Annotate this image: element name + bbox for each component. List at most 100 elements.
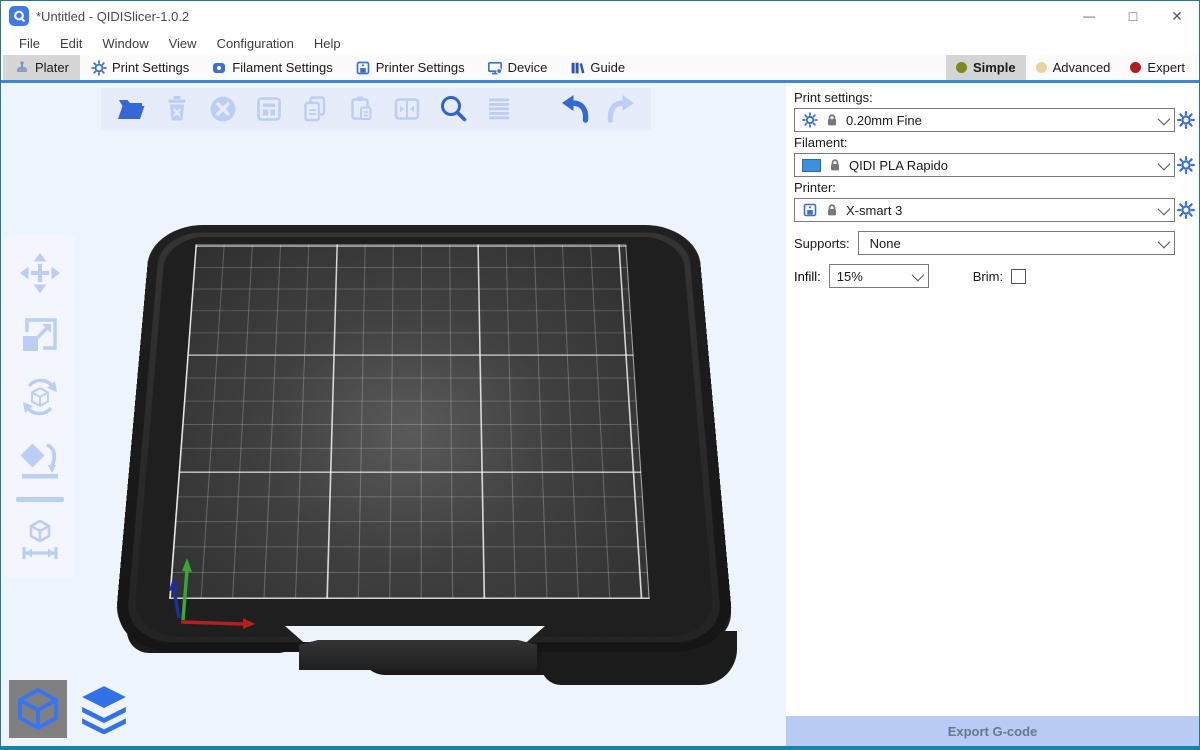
mode-selector: Simple Advanced Expert [946,55,1199,80]
measure-icon[interactable] [16,516,64,564]
gizmo-toolbar [5,235,75,578]
app-window: *Untitled - QIDISlicer-1.0.2 — □ ✕ File … [0,0,1200,750]
menu-edit[interactable]: Edit [50,34,92,53]
filament-icon [211,60,227,76]
settings-sidebar: Print settings: [786,83,1199,746]
infill-label: Infill: [794,269,821,284]
menu-configuration[interactable]: Configuration [207,34,304,53]
device-icon [487,60,503,76]
editor-3d-view-button[interactable] [9,680,67,738]
lock-icon [825,113,839,127]
chevron-down-icon [911,268,924,281]
tab-filament-settings[interactable]: Filament Settings [200,55,343,80]
viewport-toolbar [101,88,651,130]
scale-icon[interactable] [16,311,64,359]
filament-value: QIDI PLA Rapido [849,158,1151,173]
tab-bar: Plater Print Settings Filament Settings [1,55,1199,83]
open-icon[interactable] [113,91,149,127]
print-settings-edit-button[interactable] [1175,111,1197,129]
preview-layers-view-button[interactable] [75,680,133,738]
rotate-icon[interactable] [16,373,64,421]
menu-view[interactable]: View [159,34,207,53]
arrange-icon[interactable] [251,91,287,127]
origin-axes [165,558,265,630]
bed-grid-surface [169,244,650,598]
tab-label: Guide [590,60,625,75]
export-gcode-button[interactable]: Export G-code [786,716,1199,746]
chevron-down-icon [1158,202,1171,215]
filament-edit-button[interactable] [1175,156,1197,174]
bed-handle [299,640,537,670]
tab-label: Print Settings [112,60,189,75]
tab-label: Device [508,60,548,75]
infill-value: 15% [837,269,905,284]
split-icon[interactable] [389,91,425,127]
undo-icon[interactable] [557,91,593,127]
plater-icon [14,60,30,76]
mode-expert[interactable]: Expert [1120,55,1195,80]
window-title: *Untitled - QIDISlicer-1.0.2 [36,9,189,24]
preview-layers-view-icon [79,684,129,734]
tab-guide[interactable]: Guide [558,55,636,80]
infill-dropdown[interactable]: 15% [829,264,929,288]
printer-edit-button[interactable] [1175,201,1197,219]
tab-print-settings[interactable]: Print Settings [80,55,200,80]
supports-label: Supports: [794,236,850,251]
tab-device[interactable]: Device [476,55,559,80]
filament-label: Filament: [794,135,1197,150]
gear-icon [1177,201,1195,219]
redo-icon[interactable] [603,91,639,127]
menu-file[interactable]: File [9,34,50,53]
expert-mode-dot [1130,62,1141,73]
printer-dropdown[interactable]: X-smart 3 [794,198,1175,222]
delete-all-icon[interactable] [205,91,241,127]
menu-window[interactable]: Window [92,34,158,53]
simple-mode-dot [956,62,967,73]
mode-advanced[interactable]: Advanced [1026,55,1121,80]
layers-list-icon[interactable] [481,91,517,127]
copy-icon[interactable] [297,91,333,127]
paste-icon[interactable] [343,91,379,127]
bed-handle-gap [285,626,545,642]
menu-help[interactable]: Help [304,34,351,53]
search-icon[interactable] [435,91,471,127]
print-settings-dropdown[interactable]: 0.20mm Fine [794,108,1175,132]
brim-label: Brim: [973,269,1003,284]
tab-label: Filament Settings [232,60,332,75]
lock-icon [828,158,842,172]
guide-icon [569,60,585,76]
tab-label: Plater [35,60,69,75]
filament-color-swatch [802,159,821,172]
lock-icon [825,203,839,217]
move-icon[interactable] [16,249,64,297]
mode-simple[interactable]: Simple [946,55,1026,80]
place-on-face-icon[interactable] [16,435,64,483]
view-mode-switch [9,680,133,738]
maximize-button[interactable]: □ [1111,1,1155,31]
close-button[interactable]: ✕ [1155,1,1199,31]
menu-bar: File Edit Window View Configuration Help [1,31,1199,55]
brim-checkbox[interactable] [1011,269,1026,284]
tab-printer-settings[interactable]: Printer Settings [344,55,476,80]
printer-icon [802,202,818,218]
delete-icon[interactable] [159,91,195,127]
tab-plater[interactable]: Plater [3,55,80,80]
title-bar: *Untitled - QIDISlicer-1.0.2 — □ ✕ [1,1,1199,31]
print-settings-value: 0.20mm Fine [846,113,1151,128]
supports-dropdown[interactable]: None [858,231,1175,255]
gear-icon [91,60,107,76]
print-settings-label: Print settings: [794,90,1197,105]
mode-label: Simple [973,60,1016,75]
chevron-down-icon [1158,235,1171,248]
chevron-down-icon [1158,157,1171,170]
supports-value: None [866,236,1151,251]
printer-label: Printer: [794,180,1197,195]
app-logo-icon [9,6,29,26]
mode-label: Expert [1147,60,1185,75]
mode-label: Advanced [1053,60,1111,75]
printer-value: X-smart 3 [846,203,1151,218]
minimize-button[interactable]: — [1067,1,1111,31]
3d-viewport[interactable] [1,83,786,746]
filament-dropdown[interactable]: QIDI PLA Rapido [794,153,1175,177]
advanced-mode-dot [1036,62,1047,73]
